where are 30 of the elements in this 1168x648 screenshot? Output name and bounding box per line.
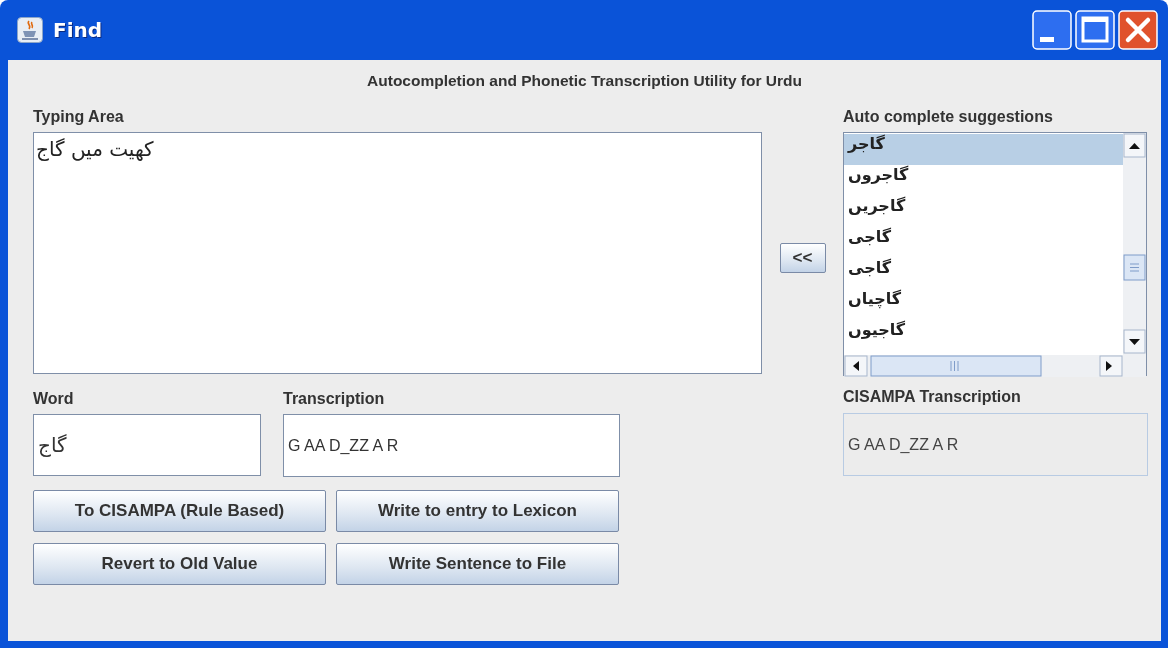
cisampa-label: CISAMPA Transcription	[843, 388, 1022, 407]
suggestion-item[interactable]: گاچیاں	[844, 289, 1123, 320]
coffee-cup-icon	[17, 17, 43, 43]
app-heading: Autocompletion and Phonetic Transcription Utility for Urdu	[366, 71, 803, 91]
typing-area[interactable]: کھیت میں گاج	[33, 132, 762, 374]
suggestion-list[interactable]: گاجر گاجروں گاجریں گاجی گاجی گاچیاں گاجیوں	[843, 132, 1147, 376]
suggestions-label: Auto complete suggestions	[843, 108, 1054, 127]
maximize-button[interactable]	[1075, 10, 1115, 50]
word-field[interactable]: گاج	[33, 414, 261, 476]
lexicon-button[interactable]: Write to entry to Lexicon	[336, 490, 619, 532]
suggestion-item[interactable]: گاجروں	[844, 165, 1123, 196]
close-button[interactable]	[1118, 10, 1158, 50]
insert-button[interactable]: <<	[779, 243, 826, 273]
vertical-scrollbar[interactable]	[1123, 133, 1146, 355]
suggestion-item[interactable]: گاجر	[844, 134, 1123, 165]
cisampa-button[interactable]: To CISAMPA (Rule Based)	[33, 490, 326, 532]
transcription-label: Transcription	[283, 390, 386, 409]
revert-button[interactable]: Revert to Old Value	[33, 543, 326, 585]
typing-area-label: Typing Area	[33, 108, 125, 127]
suggestion-item[interactable]: گاجی	[844, 258, 1123, 289]
suggestion-item[interactable]: گاجی	[844, 227, 1123, 258]
transcription-field[interactable]: G AA D_ZZ A R	[283, 414, 620, 477]
word-label: Word	[33, 390, 75, 409]
minimize-button[interactable]	[1032, 10, 1072, 50]
suggestion-item[interactable]: گاجریں	[844, 196, 1123, 227]
suggestion-item[interactable]: گاجیوں	[844, 320, 1123, 351]
cisampa-field: G AA D_ZZ A R	[843, 413, 1148, 476]
write-sentence-button[interactable]: Write Sentence to File	[336, 543, 619, 585]
horizontal-scrollbar[interactable]	[844, 355, 1146, 377]
window-title: Find	[53, 18, 103, 42]
